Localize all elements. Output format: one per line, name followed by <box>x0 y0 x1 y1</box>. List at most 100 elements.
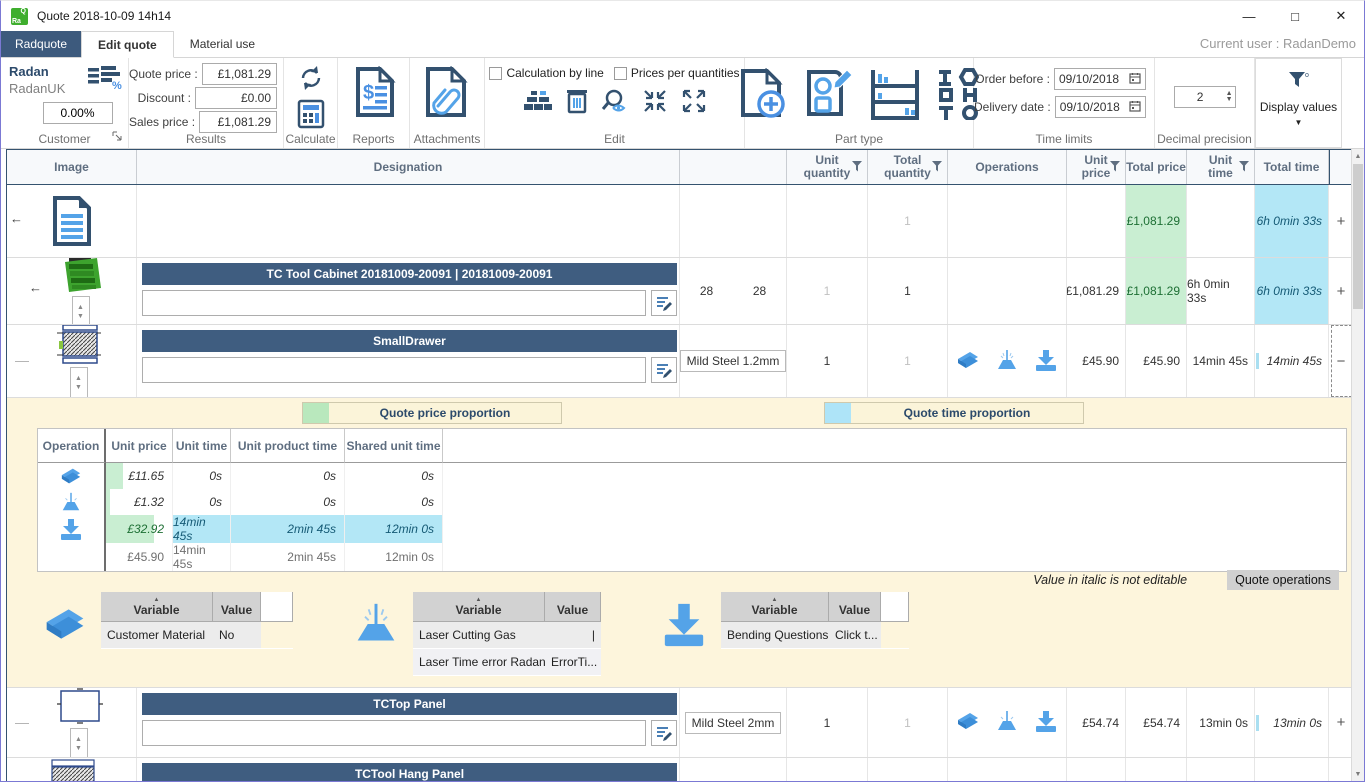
tab-radquote[interactable]: Radquote <box>1 31 81 57</box>
variable-name[interactable]: Customer Material <box>101 622 213 649</box>
minimize-button[interactable]: — <box>1226 1 1272 31</box>
bending-operation-icon[interactable] <box>1034 709 1058 736</box>
op-material-unit-product-time[interactable]: 0s <box>231 463 345 489</box>
smalldrawer-total-quantity[interactable]: 1 <box>868 325 948 397</box>
col-total-time[interactable]: Total time <box>1255 150 1329 184</box>
discount-percent-input[interactable] <box>43 102 113 124</box>
scrollbar-thumb[interactable] <box>1353 164 1363 309</box>
checkbox-box[interactable] <box>614 67 627 80</box>
op-material-unit-price[interactable]: £11.65 <box>106 463 173 489</box>
calendar-icon[interactable] <box>1129 100 1141 115</box>
table-row-quote[interactable]: ← 1 £1,081.29 6h 0min 33s + <box>7 185 1351 258</box>
smalldrawer-unit-time[interactable]: 14min 45s <box>1187 325 1255 397</box>
prices-per-quantities-checkbox[interactable]: Prices per quantities <box>614 66 740 80</box>
tree-node-arrow-icon[interactable]: ← <box>10 211 23 226</box>
cabinet-unit-quantity[interactable]: 1 <box>787 258 868 324</box>
expand-row-button[interactable]: + <box>1329 688 1351 757</box>
quote-image-cell[interactable]: ← <box>7 185 137 257</box>
attachments-icon[interactable] <box>424 66 470 121</box>
tctop-total-price[interactable]: £54.74 <box>1126 688 1187 757</box>
tab-material-use[interactable]: Material use <box>174 31 271 57</box>
col-unit-quantity[interactable]: Unit quantity <box>787 150 868 184</box>
bending-operation-icon[interactable] <box>38 515 106 543</box>
variable-name[interactable]: Laser Cutting Gas <box>413 622 545 649</box>
variable-value[interactable]: ErrorTi... <box>545 649 601 676</box>
discount-value[interactable]: £0.00 <box>195 87 277 109</box>
preview-search-icon[interactable] <box>601 88 629 117</box>
calendar-icon[interactable] <box>1129 72 1141 87</box>
col-operations[interactable]: Operations <box>948 150 1067 184</box>
bending-operation-icon[interactable] <box>1034 348 1058 375</box>
material-operation-icon[interactable] <box>956 348 980 375</box>
calculator-icon[interactable] <box>296 99 326 132</box>
quantity-stepper[interactable]: ▲▼ <box>70 728 88 758</box>
op-bending-unit-time[interactable]: 14min 45s <box>173 515 231 543</box>
cabinet-image-cell[interactable]: ← ▲▼ <box>7 258 137 324</box>
quote-price-value[interactable]: £1,081.29 <box>202 63 277 85</box>
op-material-shared-unit-time[interactable]: 0s <box>345 463 443 489</box>
hardware-icon[interactable] <box>937 68 979 123</box>
cabinet-total-price[interactable]: £1,081.29 <box>1126 258 1187 324</box>
tctop-total-quantity[interactable]: 1 <box>868 688 948 757</box>
close-button[interactable]: ✕ <box>1318 1 1364 31</box>
expand-row-button[interactable]: + <box>1329 185 1351 257</box>
scroll-up-icon[interactable]: ▲ <box>1352 149 1364 163</box>
op-cutting-unit-price[interactable]: £1.32 <box>106 489 173 515</box>
filter-icon[interactable] <box>932 161 942 175</box>
customer-dialog-launcher-icon[interactable] <box>112 130 122 144</box>
collapse-all-icon[interactable] <box>642 88 668 117</box>
filter-icon[interactable] <box>1239 161 1249 175</box>
value-column-header[interactable]: Value <box>829 592 881 622</box>
quantity-stepper[interactable]: ▲▼ <box>70 367 88 397</box>
variable-value[interactable]: | <box>545 622 601 649</box>
cabinet-unit-time[interactable]: 6h 0min 33s <box>1187 258 1255 324</box>
expand-row-button[interactable]: + <box>1329 258 1351 324</box>
material-operation-icon[interactable] <box>38 463 106 489</box>
sales-price-value[interactable]: £1,081.29 <box>199 111 277 133</box>
filter-icon[interactable] <box>1110 161 1120 175</box>
delivery-date-input[interactable]: 09/10/2018 <box>1055 96 1146 118</box>
hangpanel-image-cell[interactable] <box>7 758 137 781</box>
op-cutting-shared-unit-time[interactable]: 0s <box>345 489 443 515</box>
tctop-total-time[interactable]: 13min 0s <box>1255 688 1329 757</box>
laser-cutting-operation-icon[interactable] <box>994 348 1020 375</box>
op-cutting-unit-time[interactable]: 0s <box>173 489 231 515</box>
op-bending-shared-unit-time[interactable]: 12min 0s <box>345 515 443 543</box>
quantity-stepper[interactable]: ▲▼ <box>72 296 90 324</box>
tctop-unit-time[interactable]: 13min 0s <box>1187 688 1255 757</box>
variable-column-header[interactable]: ▲Variable <box>413 592 545 622</box>
stepper-arrows-icon[interactable]: ▲▼ <box>1226 91 1235 103</box>
cabinet-total-quantity[interactable]: 1 <box>868 258 948 324</box>
value-column-header[interactable]: Value <box>213 592 261 622</box>
maximize-button[interactable]: □ <box>1272 1 1318 31</box>
calculation-by-line-checkbox[interactable]: Calculation by line <box>489 66 603 80</box>
notes-button[interactable] <box>651 357 677 383</box>
table-row-hangpanel[interactable]: TCTool Hang Panel <box>7 758 1351 781</box>
table-row-smalldrawer[interactable]: ▲▼ SmallDrawer Mild Steel 1.2mm 1 1 <box>7 325 1351 398</box>
tctop-unit-quantity[interactable]: 1 <box>787 688 868 757</box>
table-row-tctop[interactable]: ▲▼ TCTop Panel Mild Steel 2mm 1 1 <box>7 688 1351 758</box>
variable-name[interactable]: Bending Questions <box>721 622 829 649</box>
col-image[interactable]: Image <box>7 150 137 184</box>
checkbox-box[interactable] <box>489 67 502 80</box>
table-row-cabinet[interactable]: ← ▲▼ TC Tool Cabinet 20181009-20091 | 20… <box>7 258 1351 325</box>
recalculate-icon[interactable] <box>295 62 327 97</box>
material-selector[interactable]: Mild Steel 1.2mm <box>680 350 786 372</box>
op-material-unit-time[interactable]: 0s <box>173 463 231 489</box>
op-bending-unit-product-time[interactable]: 2min 45s <box>231 515 345 543</box>
smalldrawer-unit-price[interactable]: £45.90 <box>1067 325 1126 397</box>
col-designation[interactable]: Designation <box>137 150 680 184</box>
collapse-row-button[interactable]: − <box>1331 325 1352 397</box>
quote-operations-button[interactable]: Quote operations <box>1227 570 1339 590</box>
laser-cutting-operation-icon[interactable] <box>38 489 106 515</box>
tctop-unit-price[interactable]: £54.74 <box>1067 688 1126 757</box>
smalldrawer-image-cell[interactable]: ▲▼ <box>7 325 137 397</box>
col-total-price[interactable]: Total price <box>1126 150 1187 184</box>
cabinet-unit-price[interactable]: £1,081.29 <box>1067 258 1126 324</box>
delete-icon[interactable] <box>566 88 588 117</box>
build-assembly-icon[interactable] <box>523 89 553 116</box>
assembly-icon[interactable] <box>869 68 921 123</box>
scroll-down-icon[interactable]: ▼ <box>1352 767 1364 781</box>
filter-icon[interactable] <box>852 161 862 175</box>
tctop-image-cell[interactable]: ▲▼ <box>7 688 137 757</box>
